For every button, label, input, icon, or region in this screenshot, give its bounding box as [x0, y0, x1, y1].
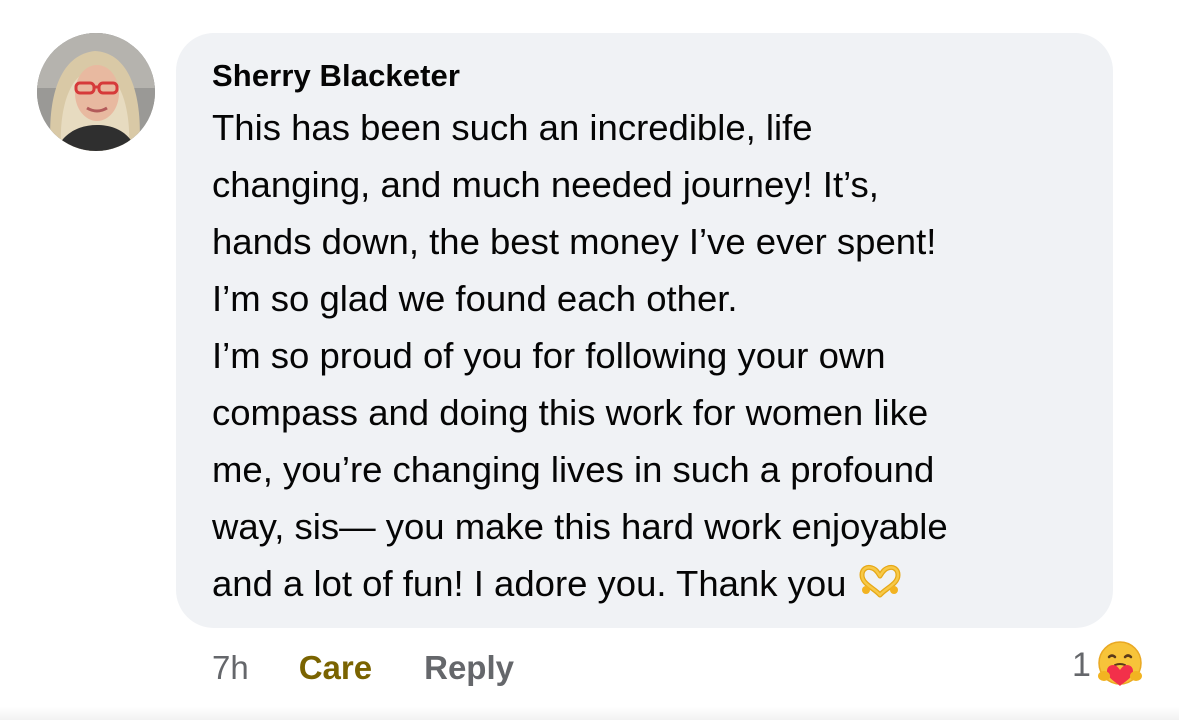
reply-button[interactable]: Reply	[424, 649, 514, 687]
comment-text: This has been such an incredible, life c…	[212, 99, 1092, 614]
comment-line: hands down, the best money I’ve ever spe…	[212, 221, 937, 262]
comment-actions: 7h Care Reply	[212, 643, 514, 693]
heart-hands-icon	[858, 557, 902, 614]
comment-line: I’m so proud of you for following your o…	[212, 335, 886, 376]
comment-line-last: and a lot of fun! I adore you. Thank you	[212, 555, 1092, 614]
divider	[0, 707, 1179, 720]
comment-bubble: Sherry Blacketer This has been such an i…	[176, 33, 1113, 628]
comment-timestamp[interactable]: 7h	[212, 649, 249, 687]
comment-line: changing, and much needed journey! It’s,	[212, 164, 879, 205]
comment-line: me, you’re changing lives in such a prof…	[212, 449, 935, 490]
avatar[interactable]	[37, 33, 155, 151]
reaction-summary[interactable]: 1	[1072, 637, 1145, 693]
comment-line-text: and a lot of fun! I adore you. Thank you	[212, 563, 847, 604]
comment-line: I’m so glad we found each other.	[212, 278, 738, 319]
comment-line: compass and doing this work for women li…	[212, 392, 929, 433]
comment-line: This has been such an incredible, life	[212, 107, 813, 148]
reaction-count: 1	[1072, 645, 1091, 684]
care-reaction-icon	[1095, 640, 1145, 690]
comment-line: way, sis— you make this hard work enjoya…	[212, 506, 948, 547]
care-reaction-button[interactable]: Care	[299, 649, 372, 687]
comment-author-name[interactable]: Sherry Blacketer	[212, 58, 460, 94]
avatar-image	[37, 33, 155, 151]
